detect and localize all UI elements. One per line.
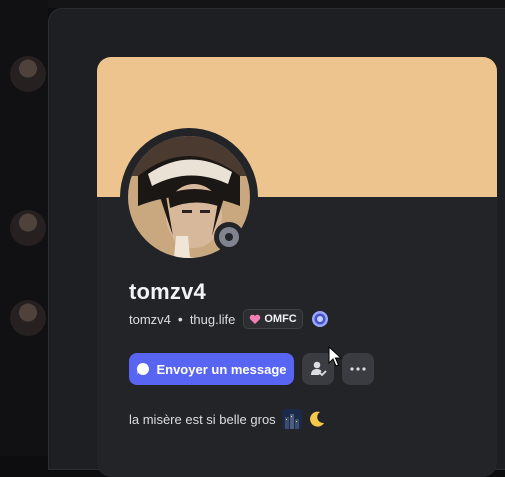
chat-bubble-icon <box>137 362 150 375</box>
send-message-button[interactable]: Envoyer un message <box>129 353 294 385</box>
heart-icon <box>250 314 261 324</box>
more-options-button[interactable] <box>342 353 374 385</box>
background-text <box>48 0 505 8</box>
avatar[interactable] <box>10 56 46 92</box>
separator-dot: • <box>177 311 183 327</box>
mouse-cursor-icon <box>328 346 342 367</box>
pronouns: thug.life <box>189 311 236 327</box>
add-friend-icon <box>311 361 327 377</box>
background-chat-strip <box>0 0 48 456</box>
avatar[interactable] <box>10 300 46 336</box>
profile-meta-row: tomzv4 • thug.life OMFC <box>129 309 329 329</box>
profile-bio: la misère est si belle gros <box>129 409 326 429</box>
night-city-emoji <box>281 409 302 429</box>
avatar[interactable] <box>10 210 46 246</box>
bio-text: la misère est si belle gros <box>129 411 276 427</box>
crescent-moon-emoji <box>309 411 324 427</box>
clan-tag[interactable]: OMFC <box>243 309 303 329</box>
display-name: tomzv4 <box>129 279 206 304</box>
gear-badge-icon[interactable] <box>311 310 329 328</box>
username[interactable]: tomzv4 <box>129 312 171 327</box>
clan-tag-label: OMFC <box>264 313 297 325</box>
send-message-label: Envoyer un message <box>156 361 287 377</box>
more-icon <box>350 367 366 371</box>
